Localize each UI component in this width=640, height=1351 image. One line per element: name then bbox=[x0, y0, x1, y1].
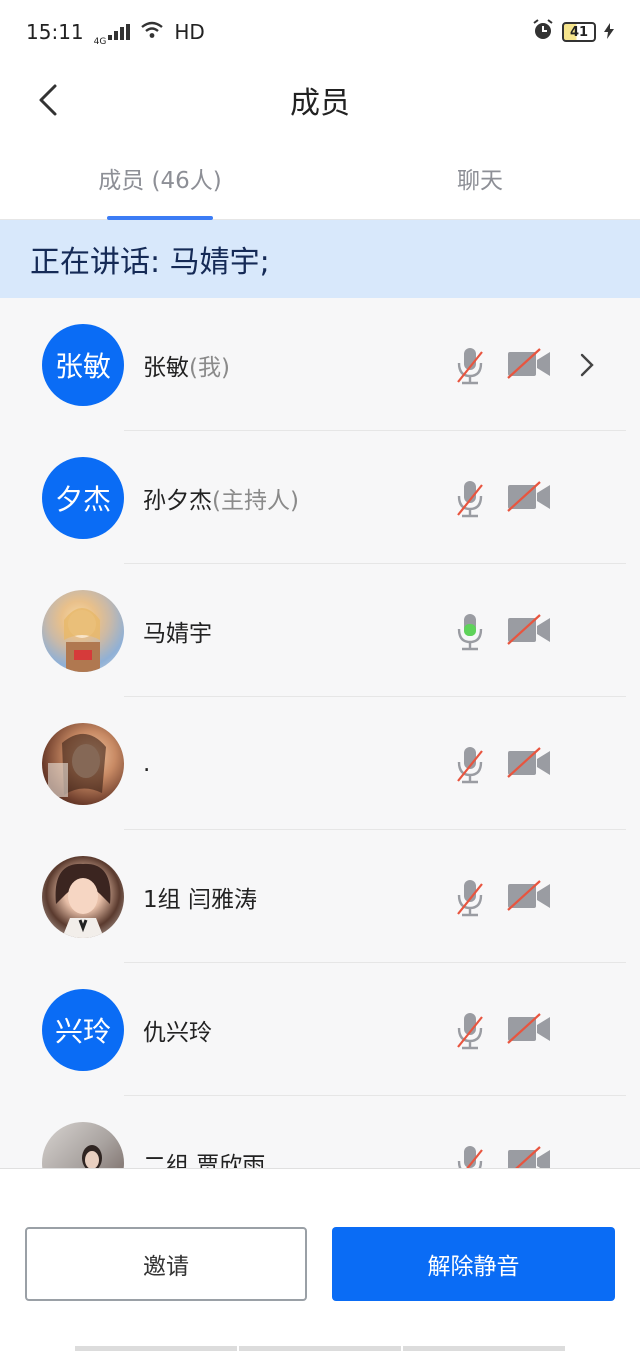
mic-active-icon[interactable] bbox=[454, 612, 486, 652]
battery-icon: 41 bbox=[562, 22, 596, 42]
member-name: 孙夕杰 (主持人) bbox=[143, 431, 299, 564]
member-name: 二组 贾欣雨 bbox=[143, 1152, 266, 1169]
tab-members[interactable]: 成员 (46人) bbox=[0, 136, 320, 220]
speaking-banner: 正在讲话: 马婧宇; bbox=[0, 220, 640, 298]
camera-off-icon[interactable] bbox=[506, 1146, 552, 1168]
hd-badge: HD bbox=[174, 20, 205, 44]
member-list[interactable]: 张敏 张敏 (我) 夕杰 孙夕杰 (主持人) 马婧宇 . 1组 闫雅涛 兴玲 仇… bbox=[0, 298, 640, 1168]
member-row[interactable]: 马婧宇 bbox=[0, 564, 640, 697]
wifi-icon bbox=[140, 20, 164, 44]
mic-muted-icon[interactable] bbox=[454, 1011, 486, 1051]
network-label: 4G bbox=[93, 37, 107, 47]
member-name: 仇兴玲 bbox=[143, 1019, 212, 1046]
tab-chat[interactable]: 聊天 bbox=[320, 136, 640, 219]
avatar: 兴玲 bbox=[42, 989, 124, 1071]
home-indicator bbox=[75, 1346, 565, 1351]
alarm-icon bbox=[532, 18, 554, 46]
member-row[interactable]: 二组 贾欣雨 bbox=[0, 1096, 640, 1168]
charging-icon bbox=[604, 20, 614, 44]
avatar-image bbox=[64, 608, 100, 672]
avatar: 张敏 bbox=[42, 324, 124, 406]
avatar bbox=[42, 856, 124, 938]
member-row[interactable]: 兴玲 仇兴玲 bbox=[0, 963, 640, 1096]
mic-muted-icon[interactable] bbox=[454, 878, 486, 918]
member-row[interactable]: 1组 闫雅涛 bbox=[0, 830, 640, 963]
page-title: 成员 bbox=[290, 86, 350, 121]
mic-muted-icon[interactable] bbox=[454, 479, 486, 519]
member-name: . bbox=[143, 750, 151, 777]
member-row[interactable]: 张敏 张敏 (我) bbox=[0, 298, 640, 431]
status-bar: 15:11 4G HD 41 bbox=[0, 0, 640, 64]
mic-muted-icon[interactable] bbox=[454, 1144, 486, 1168]
avatar bbox=[42, 590, 124, 672]
avatar bbox=[42, 723, 124, 805]
signal-icon bbox=[108, 24, 131, 40]
camera-off-icon[interactable] bbox=[506, 614, 552, 646]
status-time: 15:11 bbox=[26, 20, 84, 44]
member-row[interactable]: 夕杰 孙夕杰 (主持人) bbox=[0, 431, 640, 564]
avatar bbox=[42, 1122, 124, 1168]
avatar-image bbox=[55, 863, 111, 938]
member-tag: (我) bbox=[189, 354, 230, 381]
unmute-button[interactable]: 解除静音 bbox=[332, 1227, 615, 1301]
camera-off-icon[interactable] bbox=[506, 1013, 552, 1045]
bottom-action-bar: 邀请 解除静音 bbox=[0, 1168, 640, 1351]
chevron-right-icon[interactable] bbox=[575, 350, 599, 380]
camera-off-icon[interactable] bbox=[506, 747, 552, 779]
member-name: 1组 闫雅涛 bbox=[143, 886, 257, 913]
camera-off-icon[interactable] bbox=[506, 880, 552, 912]
invite-button[interactable]: 邀请 bbox=[25, 1227, 307, 1301]
camera-off-icon[interactable] bbox=[506, 481, 552, 513]
camera-off-icon[interactable] bbox=[506, 348, 552, 380]
avatar-image bbox=[48, 733, 106, 797]
avatar-image bbox=[82, 1145, 102, 1168]
member-name: 马婧宇 bbox=[143, 620, 212, 647]
mic-muted-icon[interactable] bbox=[454, 745, 486, 785]
mic-muted-icon[interactable] bbox=[454, 346, 486, 386]
chevron-left-icon bbox=[39, 84, 57, 116]
avatar: 夕杰 bbox=[42, 457, 124, 539]
member-name: 张敏 (我) bbox=[143, 298, 230, 431]
back-button[interactable] bbox=[30, 82, 66, 118]
member-row[interactable]: . bbox=[0, 697, 640, 830]
tab-bar: 成员 (46人) 聊天 bbox=[0, 136, 640, 220]
header: 成员 bbox=[0, 64, 640, 136]
member-tag: (主持人) bbox=[212, 487, 299, 514]
